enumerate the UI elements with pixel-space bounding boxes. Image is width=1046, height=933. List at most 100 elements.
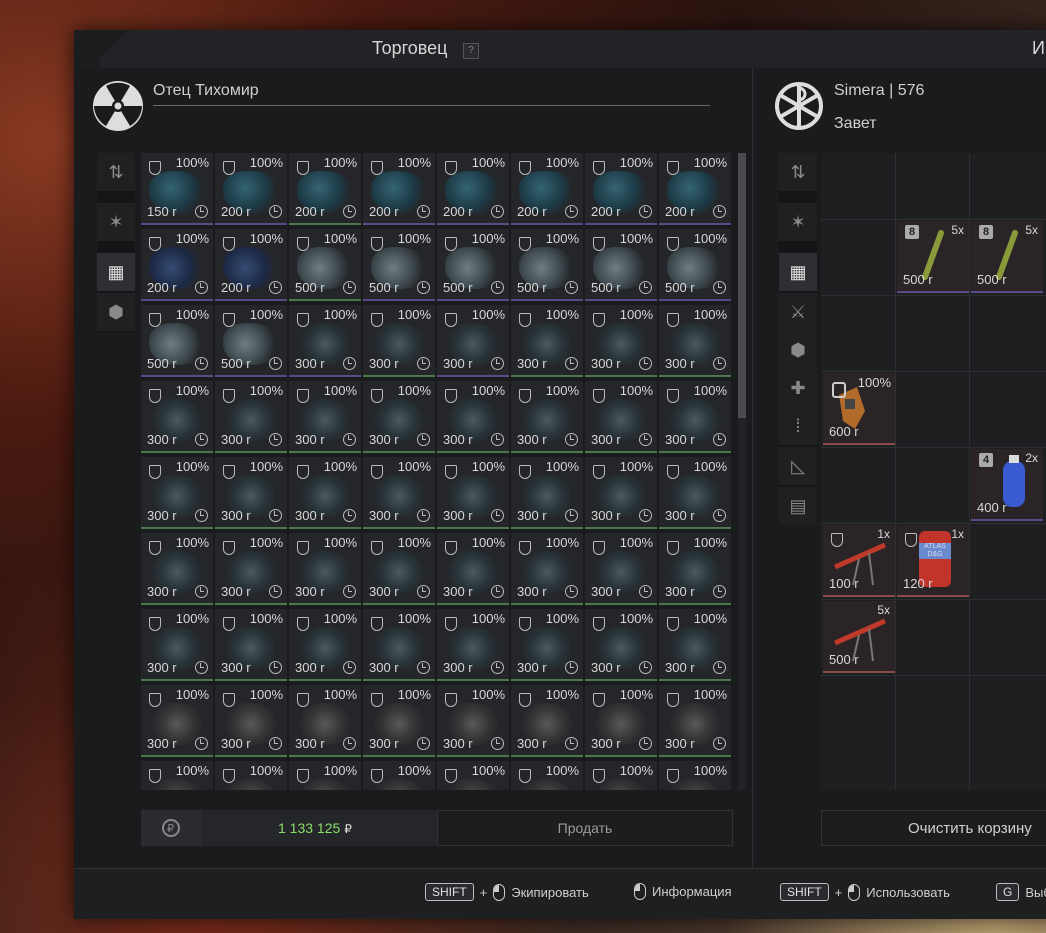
inventory-item-syringe[interactable]: 8 5x 500 r xyxy=(897,221,969,293)
trader-item[interactable]: 100% 200 r xyxy=(363,153,435,225)
trader-item[interactable]: 100% 300 r xyxy=(289,305,361,377)
trader-item[interactable]: 100% 300 r xyxy=(363,305,435,377)
trader-item[interactable]: 100% 300 r xyxy=(585,457,657,529)
trader-item[interactable]: 100% 200 r xyxy=(215,153,287,225)
trader-item[interactable]: 100% 300 r xyxy=(363,685,435,757)
inv-favorites-button[interactable]: ✶ xyxy=(779,203,817,241)
artifacts-filter-button[interactable]: ⬢ xyxy=(97,293,135,331)
trader-item[interactable]: 100% 300 r xyxy=(659,381,731,453)
trader-item[interactable]: 100% xyxy=(659,761,731,790)
inventory-item-slingshot[interactable]: 1x 100 r xyxy=(823,525,895,597)
trader-item[interactable]: 100% 500 r xyxy=(141,305,213,377)
trader-item[interactable]: 100% 300 r xyxy=(585,685,657,757)
trader-item[interactable]: 100% 300 r xyxy=(437,381,509,453)
trader-item[interactable]: 100% 500 r xyxy=(585,229,657,301)
trader-item[interactable]: 100% 500 r xyxy=(511,229,583,301)
trader-item[interactable]: 100% 300 r xyxy=(141,609,213,681)
inv-ammo-button[interactable]: ⁞ xyxy=(779,407,817,445)
trader-item[interactable]: 100% 300 r xyxy=(289,533,361,605)
trader-item[interactable]: 100% 500 r xyxy=(363,229,435,301)
trader-item[interactable]: 100% xyxy=(141,761,213,790)
inventory-item-detector[interactable]: 100% 600 r xyxy=(823,373,895,445)
durability: 100% xyxy=(397,687,431,702)
trader-item[interactable]: 100% 300 r xyxy=(659,609,731,681)
inventory-item-spray[interactable]: 4 2x 400 r xyxy=(971,449,1043,521)
trader-item[interactable]: 100% 300 r xyxy=(585,533,657,605)
trader-item[interactable]: 100% 300 r xyxy=(141,533,213,605)
inv-artifacts-button[interactable]: ⬢ xyxy=(779,331,817,369)
inv-weapons-button[interactable]: ⚔ xyxy=(779,293,817,331)
trader-item[interactable]: 100% 200 r xyxy=(659,153,731,225)
trader-item[interactable]: 100% 200 r xyxy=(511,153,583,225)
trader-item[interactable]: 100% 300 r xyxy=(363,457,435,529)
clear-cart-button[interactable]: Очистить корзину xyxy=(821,810,1046,846)
trader-item[interactable]: 100% 500 r xyxy=(215,305,287,377)
trader-item[interactable]: 100% 300 r xyxy=(289,381,361,453)
inv-tools-button[interactable]: ◺ xyxy=(779,447,817,485)
inventory-item-slingshot[interactable]: 5x 500 r xyxy=(823,601,895,673)
trader-item[interactable]: 100% xyxy=(585,761,657,790)
refresh-button[interactable]: ₽ xyxy=(141,810,201,846)
clock-icon xyxy=(417,357,430,370)
inv-containers-button[interactable]: ▤ xyxy=(779,487,817,525)
trader-item[interactable]: 100% 300 r xyxy=(437,685,509,757)
all-items-filter-button[interactable]: ▦ xyxy=(97,253,135,291)
trader-item[interactable]: 100% 300 r xyxy=(659,457,731,529)
trader-item[interactable]: 100% 300 r xyxy=(141,685,213,757)
trader-item[interactable]: 100% xyxy=(511,761,583,790)
trader-item[interactable]: 100% 200 r xyxy=(585,153,657,225)
trader-item[interactable]: 100% 300 r xyxy=(215,457,287,529)
trader-item[interactable]: 100% 300 r xyxy=(585,381,657,453)
trader-item[interactable]: 100% 300 r xyxy=(141,381,213,453)
trader-item[interactable]: 100% 300 r xyxy=(437,609,509,681)
trader-item[interactable]: 100% xyxy=(437,761,509,790)
trader-item[interactable]: 100% 300 r xyxy=(363,609,435,681)
trader-item[interactable]: 100% 200 r xyxy=(215,229,287,301)
trader-item[interactable]: 100% 200 r xyxy=(289,153,361,225)
trader-item[interactable]: 100% xyxy=(363,761,435,790)
favorites-filter-button[interactable]: ✶ xyxy=(97,203,135,241)
trader-item[interactable]: 100% 300 r xyxy=(511,609,583,681)
trader-item[interactable]: 100% 300 r xyxy=(659,533,731,605)
trader-item[interactable]: 100% 150 r xyxy=(141,153,213,225)
help-icon[interactable]: ? xyxy=(463,43,479,59)
trader-item[interactable]: 100% 300 r xyxy=(585,305,657,377)
trader-item[interactable]: 100% 300 r xyxy=(289,457,361,529)
sell-button[interactable]: Продать xyxy=(437,810,733,846)
trader-item[interactable]: 100% 300 r xyxy=(511,457,583,529)
trader-item[interactable]: 100% 500 r xyxy=(437,229,509,301)
inv-sort-button[interactable]: ⇅ xyxy=(779,153,817,191)
trader-item[interactable]: 100% 200 r xyxy=(437,153,509,225)
trader-item[interactable]: 100% 300 r xyxy=(437,533,509,605)
inventory-item-can[interactable]: 1x ATLAS D&G 120 r xyxy=(897,525,969,597)
inv-medical-button[interactable]: ✚ xyxy=(779,369,817,407)
trader-item[interactable]: 100% 300 r xyxy=(363,381,435,453)
trader-item[interactable]: 100% 300 r xyxy=(215,609,287,681)
trader-item[interactable]: 100% 500 r xyxy=(659,229,731,301)
trader-item[interactable]: 100% xyxy=(215,761,287,790)
trader-item[interactable]: 100% 300 r xyxy=(511,305,583,377)
trader-item[interactable]: 100% 300 r xyxy=(289,609,361,681)
trader-item[interactable]: 100% 300 r xyxy=(659,685,731,757)
trader-item[interactable]: 100% 300 r xyxy=(511,381,583,453)
trader-item[interactable]: 100% 300 r xyxy=(585,609,657,681)
trader-item[interactable]: 100% 300 r xyxy=(511,685,583,757)
sort-button[interactable]: ⇅ xyxy=(97,153,135,191)
trader-item[interactable]: 100% 300 r xyxy=(437,305,509,377)
trader-item[interactable]: 100% 300 r xyxy=(659,305,731,377)
trader-item[interactable]: 100% 200 r xyxy=(141,229,213,301)
trader-item[interactable]: 100% 300 r xyxy=(215,685,287,757)
tools-icon: ◺ xyxy=(791,455,805,476)
trader-item[interactable]: 100% 500 r xyxy=(289,229,361,301)
inv-all-button[interactable]: ▦ xyxy=(779,253,817,291)
trader-item[interactable]: 100% 300 r xyxy=(215,533,287,605)
trader-item[interactable]: 100% 300 r xyxy=(363,533,435,605)
trader-scrollbar-thumb[interactable] xyxy=(738,153,746,418)
inventory-item-syringe[interactable]: 8 5x 500 r xyxy=(971,221,1043,293)
trader-item[interactable]: 100% 300 r xyxy=(437,457,509,529)
trader-item[interactable]: 100% 300 r xyxy=(215,381,287,453)
trader-item[interactable]: 100% 300 r xyxy=(141,457,213,529)
trader-item[interactable]: 100% 300 r xyxy=(289,685,361,757)
trader-item[interactable]: 100% 300 r xyxy=(511,533,583,605)
trader-item[interactable]: 100% xyxy=(289,761,361,790)
